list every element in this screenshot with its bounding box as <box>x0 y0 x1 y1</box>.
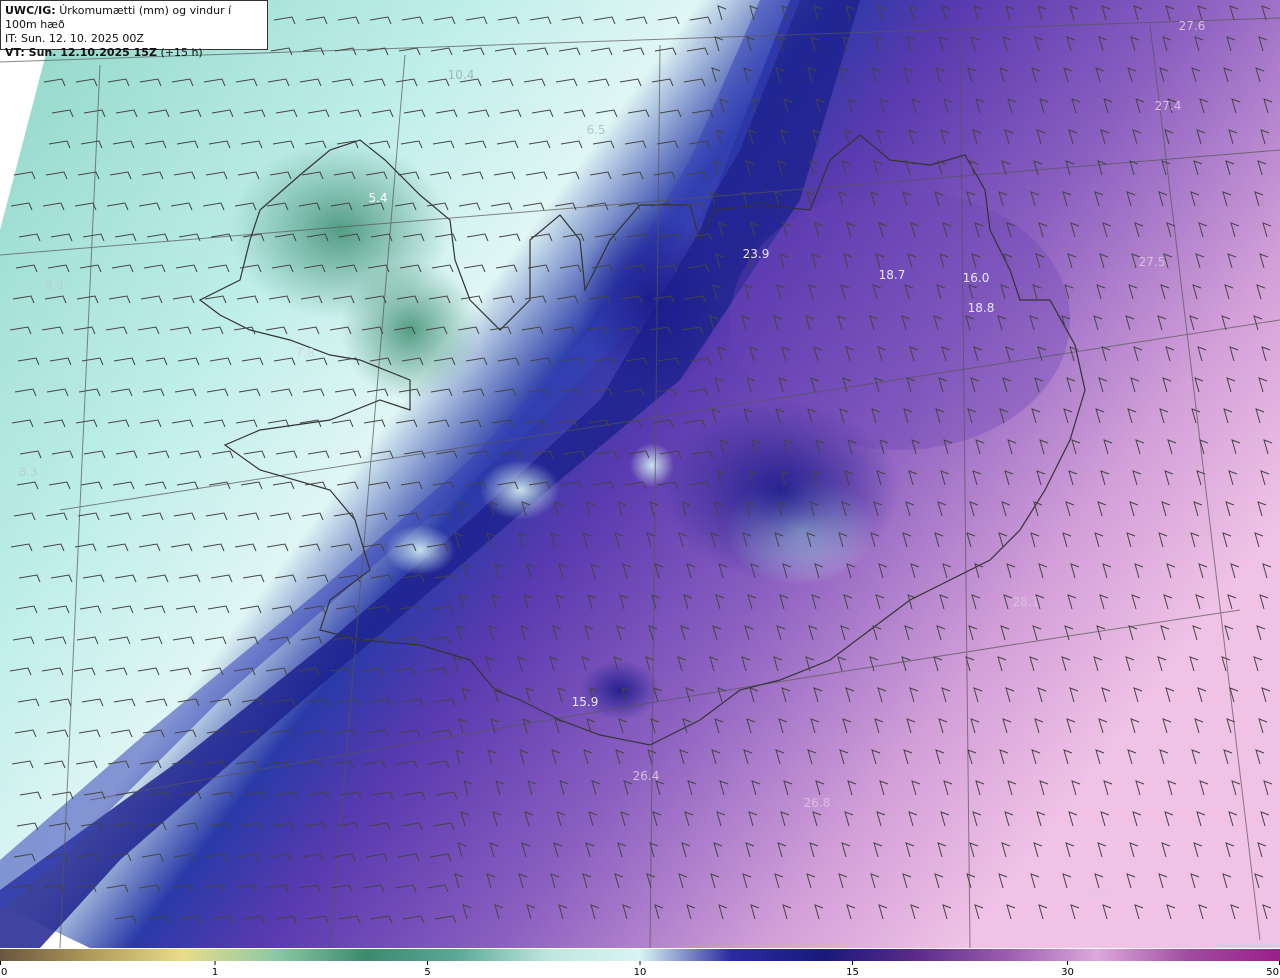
map-label-val-8-3: 8.3 <box>18 465 37 479</box>
map-label-val-28-1: 28.1 <box>1013 595 1040 609</box>
map-label-val-5-4: 5.4 <box>368 191 387 205</box>
map-label-val-27-6: 27.6 <box>1179 19 1206 33</box>
dark-patch-3 <box>580 660 660 720</box>
colorbar-tick-label: 0 <box>1 967 7 978</box>
product-code: UWC/IG: <box>5 4 56 17</box>
init-time: IT: Sun. 12. 10. 2025 00Z <box>5 32 144 45</box>
header-title-line: UWC/IG: Úrkomumætti (mm) og vindur í 100… <box>5 4 263 32</box>
colorbar-tick-label: 15 <box>846 967 859 978</box>
map-label-val-26-4: 26.4 <box>633 769 660 783</box>
colorbar-tick-label: 50 <box>1266 967 1279 978</box>
map-label-val-6-5: 6.5 <box>586 123 605 137</box>
map-label-val-26-8: 26.8 <box>804 796 831 810</box>
light-patch-3 <box>480 460 560 520</box>
map-label-val-18-8: 18.8 <box>968 301 995 315</box>
map-label-val-27-4: 27.4 <box>1155 99 1182 113</box>
map-label-val-8-9: 8.9 <box>44 278 63 292</box>
colorbar-tick-label: 10 <box>634 967 647 978</box>
valid-time-line: VT: Sun. 12.10.2025 15Z (+15 h) <box>5 46 263 60</box>
map-label-val-10-4: 10.4 <box>448 68 475 82</box>
valid-offset: (+15 h) <box>160 46 203 59</box>
precipitation-wind-map: 10.4 6.5 5.4 23.9 18.7 16.0 18.8 27.5 27.4 27.6 8.… <box>0 0 1280 948</box>
map-label-val-15-9: 15.9 <box>572 695 599 709</box>
colorbar-tick-label: 5 <box>424 967 430 978</box>
colorbar: 0 1 5 10 15 30 50 <box>0 948 1280 978</box>
info-box: UWC/IG: Úrkomumætti (mm) og vindur í 100… <box>0 0 268 59</box>
map-label-val-16-0: 16.0 <box>963 271 990 285</box>
light-patch-4 <box>385 525 455 575</box>
colorbar-tick-label: 1 <box>212 967 218 978</box>
colorbar-scale <box>0 949 1280 961</box>
map-label-val-28-9: 28.9 <box>1087 887 1114 901</box>
map-label-val-18-7: 18.7 <box>879 268 906 282</box>
colorbar-tick-label: 30 <box>1061 967 1074 978</box>
map-label-val-27-5: 27.5 <box>1139 255 1166 269</box>
map-label-val-7-8: 7.8 <box>295 346 314 360</box>
valid-time: VT: Sun. 12.10.2025 15Z <box>5 46 157 59</box>
map-label-val-23-9: 23.9 <box>743 247 770 261</box>
